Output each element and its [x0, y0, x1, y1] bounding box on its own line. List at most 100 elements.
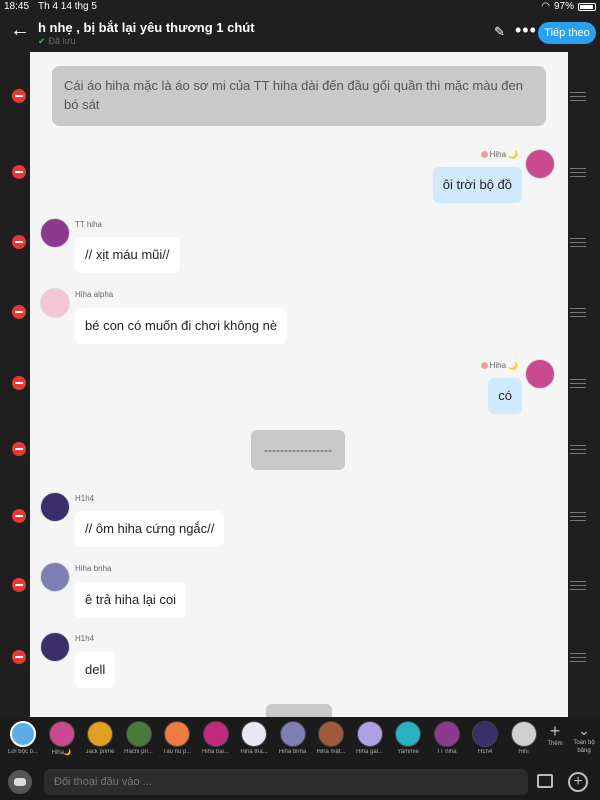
drag-handle-icon[interactable] [570, 92, 586, 102]
avatar[interactable] [40, 632, 70, 662]
drag-handle-icon[interactable] [570, 445, 586, 455]
next-button[interactable]: Tiếp theo [538, 22, 596, 44]
header: ← h nhẹ , bị bắt lại yêu thương 1 chút ✔… [0, 14, 600, 50]
message-bubble[interactable]: dell [75, 652, 116, 688]
character-bar: Lời bộc b... Hiha🌙 Jack prime Hachi pri... T… [0, 717, 600, 764]
character-chip[interactable]: Jack prime [81, 721, 119, 755]
drag-handle-icon[interactable] [570, 581, 586, 591]
expand-panel-label: Toàn bộ bảng [573, 740, 595, 754]
input-bar: + [0, 764, 600, 800]
character-avatar [433, 721, 460, 747]
message-bubble[interactable]: // xịt máu mũi// [75, 237, 180, 273]
save-status-text: Đã lưu [48, 36, 76, 46]
status-time: 18:45 [4, 1, 30, 12]
message-sender: TT hiha [75, 220, 102, 229]
character-chip-label: TT hiha [436, 749, 457, 755]
character-chip[interactable]: Hiha gal... [351, 721, 389, 755]
drag-handle-icon[interactable] [570, 653, 586, 663]
battery-icon [578, 2, 596, 11]
character-avatar [87, 721, 113, 747]
wifi-icon: ◠ [541, 1, 550, 12]
character-avatar [510, 721, 537, 747]
delete-message-button[interactable] [12, 89, 26, 103]
character-chip-label: Hiha bại... [201, 749, 229, 755]
character-chip[interactable]: Hiha bại... [197, 721, 235, 755]
delete-message-button[interactable] [12, 305, 26, 319]
character-chip-label: Hiha bnha [278, 749, 307, 755]
delete-message-button[interactable] [12, 578, 26, 592]
chevron-down-icon: ⌄ [578, 722, 590, 738]
character-avatar [356, 721, 383, 747]
narration-bubble-icon [10, 721, 36, 747]
character-avatar [318, 721, 344, 747]
delete-message-button[interactable] [12, 235, 26, 249]
delete-message-button[interactable] [12, 509, 26, 523]
narration-message[interactable]: Cái áo hiha mặc là áo sơ mi của TT hiha … [52, 66, 546, 126]
drag-handle-icon[interactable] [570, 238, 586, 248]
avatar[interactable] [525, 359, 555, 389]
character-avatar [48, 721, 75, 747]
character-chip-label: H1h4 [477, 749, 493, 755]
message-sender: Hiha 🌙 [480, 361, 518, 370]
character-chip-label: Hiha mật... [316, 749, 346, 755]
character-chip[interactable]: H1h4 [466, 721, 504, 755]
character-chip[interactable]: Hihi [505, 721, 543, 755]
avatar[interactable] [40, 288, 70, 318]
character-avatar [164, 721, 190, 747]
save-status: ✔ Đã lưu [38, 36, 76, 47]
message-bubble[interactable]: bé con có muốn đi chơi không nè [75, 308, 288, 344]
expand-panel-button[interactable]: ⌄ Toàn bộ bảng [570, 721, 598, 755]
character-chip[interactable]: Hiha🌙 [43, 721, 81, 756]
message-sender: H1h4 [75, 494, 95, 503]
character-avatar [279, 721, 306, 747]
delete-message-button[interactable] [12, 165, 26, 179]
more-icon[interactable]: ••• [515, 20, 537, 41]
character-chip[interactable]: Hiha bnha [274, 721, 312, 755]
edit-pencil-icon[interactable]: ✎ [494, 24, 505, 40]
drag-handle-icon[interactable] [570, 308, 586, 318]
divider-message[interactable]: ----------------- [251, 430, 345, 470]
character-avatar [395, 721, 421, 747]
message-sender: Hiha alpha [75, 290, 114, 299]
chat-bubble-icon[interactable] [8, 770, 32, 794]
image-icon[interactable] [537, 774, 553, 788]
sender-dot-icon [480, 151, 488, 158]
avatar[interactable] [40, 562, 70, 592]
drag-handle-icon[interactable] [570, 379, 586, 389]
character-avatar [125, 721, 152, 747]
character-chip[interactable]: Yammie [389, 721, 427, 755]
delete-message-button[interactable] [12, 442, 26, 456]
character-chip-label: Jack prime [85, 749, 115, 755]
character-chip[interactable]: Tàu hũ p... [158, 721, 196, 755]
dialogue-input[interactable] [44, 769, 528, 795]
message-bubble[interactable]: ôi trời bộ đồ [432, 167, 522, 203]
character-chip[interactable]: Hiha tha... [235, 721, 273, 755]
message-bubble[interactable]: có [488, 378, 522, 414]
avatar[interactable] [40, 492, 70, 522]
character-chip[interactable]: Hachi pri... [120, 721, 158, 755]
drag-handle-icon[interactable] [570, 512, 586, 522]
character-chip[interactable]: Hiha mật... [312, 721, 350, 755]
status-battery-percent: 97% [553, 1, 574, 12]
character-chip-label: Hiha tha... [240, 749, 268, 755]
character-chip-label: Hachi pri... [124, 749, 153, 755]
add-circle-icon[interactable]: + [568, 772, 588, 792]
character-chip-label: Tàu hũ p... [162, 749, 192, 755]
partial-message [266, 704, 332, 717]
status-bar: 18:45 Th 4 14 thg 5 ◠ 97% [0, 0, 600, 14]
drag-handle-icon[interactable] [570, 168, 586, 178]
delete-message-button[interactable] [12, 376, 26, 390]
character-chip[interactable]: Lời bộc b... [4, 721, 42, 755]
message-bubble[interactable]: ê trả hiha lại coi [75, 582, 187, 618]
character-chip-label: Hihi [518, 749, 529, 755]
status-date: Th 4 14 thg 5 [38, 1, 97, 12]
message-bubble[interactable]: // ôm hiha cứng ngắc// [75, 511, 225, 547]
add-character-button[interactable]: + Thêm [542, 721, 568, 747]
character-chip-label: Yammie [397, 749, 419, 755]
check-icon: ✔ [38, 36, 46, 46]
delete-message-button[interactable] [12, 650, 26, 664]
back-arrow-icon[interactable]: ← [10, 20, 30, 40]
avatar[interactable] [525, 149, 555, 179]
avatar[interactable] [40, 218, 70, 248]
character-chip[interactable]: TT hiha [428, 721, 466, 755]
